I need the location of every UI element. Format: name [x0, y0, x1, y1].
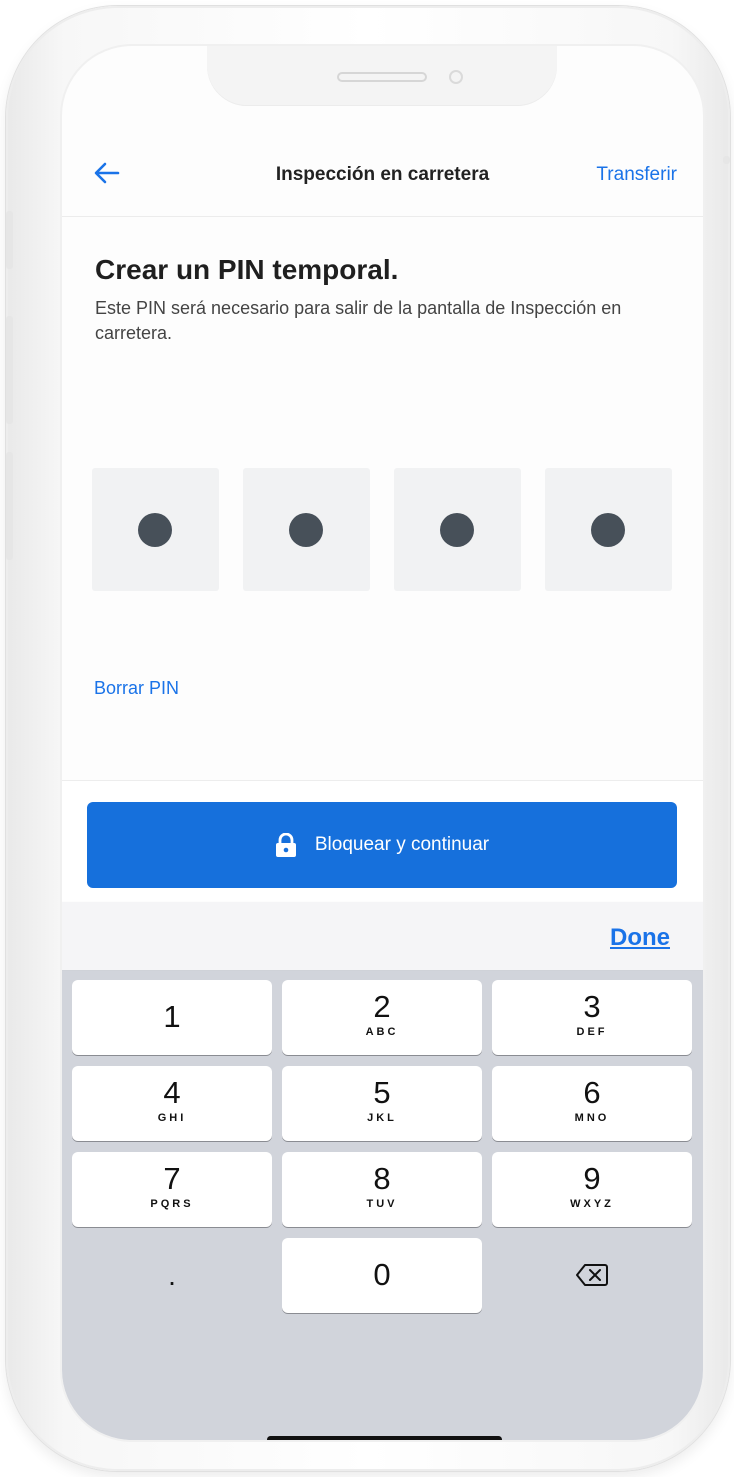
- key-9[interactable]: 9 WXYZ: [492, 1152, 692, 1227]
- key-letters: JKL: [367, 1112, 397, 1124]
- pin-description: Este PIN será necesario para salir de la…: [95, 298, 622, 343]
- done-button[interactable]: Done: [610, 924, 670, 952]
- pin-dot: [138, 513, 172, 547]
- pin-box-2[interactable]: [243, 468, 370, 591]
- key-letters: ABC: [365, 1026, 399, 1038]
- key-7[interactable]: 7 PQRS: [72, 1152, 272, 1227]
- front-camera: [449, 70, 463, 84]
- key-digit: 0: [373, 1257, 391, 1292]
- pin-box-1[interactable]: [92, 468, 219, 591]
- side-button: [723, 156, 730, 164]
- transfer-button[interactable]: Transferir: [596, 164, 677, 186]
- phone-screen: Inspección en carretera Transferir Crear…: [62, 46, 703, 1440]
- key-digit: 3: [583, 989, 601, 1024]
- key-digit: 4: [163, 1075, 181, 1110]
- key-6[interactable]: 6 MNO: [492, 1066, 692, 1141]
- key-2[interactable]: 2 ABC: [282, 980, 482, 1055]
- key-digit: 6: [583, 1075, 601, 1110]
- numeric-keyboard: Done 1 2 ABC 3 DEF 4 GHI 5 JKL 6 MNO 7 P…: [62, 902, 703, 1440]
- key-digit: 1: [163, 999, 181, 1034]
- clear-pin-link[interactable]: Borrar PIN: [94, 678, 179, 699]
- navigation-bar: Inspección en carretera Transferir: [62, 138, 703, 217]
- key-dot[interactable]: .: [72, 1238, 272, 1313]
- notch: [207, 46, 557, 106]
- pin-box-4[interactable]: [545, 468, 672, 591]
- action-footer: Bloquear y continuar: [62, 780, 703, 901]
- pin-dot: [591, 513, 625, 547]
- key-letters: MNO: [574, 1112, 610, 1124]
- delete-key[interactable]: [492, 1238, 692, 1313]
- pin-dot: [289, 513, 323, 547]
- key-digit: 7: [163, 1161, 181, 1196]
- key-3[interactable]: 3 DEF: [492, 980, 692, 1055]
- key-letters: TUV: [366, 1198, 398, 1210]
- pin-entry[interactable]: [92, 468, 672, 591]
- mute-switch: [6, 211, 13, 269]
- key-letters: GHI: [157, 1112, 187, 1124]
- phone-frame: Inspección en carretera Transferir Crear…: [6, 6, 730, 1471]
- key-0[interactable]: 0: [282, 1238, 482, 1313]
- pin-heading: Crear un PIN temporal.: [95, 254, 399, 285]
- backspace-icon: [576, 1264, 608, 1286]
- key-digit: 9: [583, 1161, 601, 1196]
- key-digit: 8: [373, 1161, 391, 1196]
- key-letters: DEF: [576, 1026, 608, 1038]
- pin-dot: [440, 513, 474, 547]
- key-5[interactable]: 5 JKL: [282, 1066, 482, 1141]
- key-8[interactable]: 8 TUV: [282, 1152, 482, 1227]
- home-indicator[interactable]: [267, 1436, 502, 1440]
- lock-icon: [275, 833, 296, 857]
- key-digit: 2: [373, 989, 391, 1024]
- keyboard-toolbar: Done: [62, 902, 703, 971]
- key-letters: PQRS: [150, 1198, 194, 1210]
- pin-box-3[interactable]: [394, 468, 521, 591]
- key-4[interactable]: 4 GHI: [72, 1066, 272, 1141]
- volume-up-button: [6, 316, 13, 424]
- lock-and-continue-label: Bloquear y continuar: [314, 834, 490, 855]
- volume-down-button: [6, 452, 13, 560]
- lock-and-continue-button[interactable]: Bloquear y continuar: [87, 802, 677, 888]
- key-digit: 5: [373, 1075, 391, 1110]
- key-1[interactable]: 1: [72, 980, 272, 1055]
- key-letters: WXYZ: [570, 1198, 614, 1210]
- speaker: [337, 72, 427, 82]
